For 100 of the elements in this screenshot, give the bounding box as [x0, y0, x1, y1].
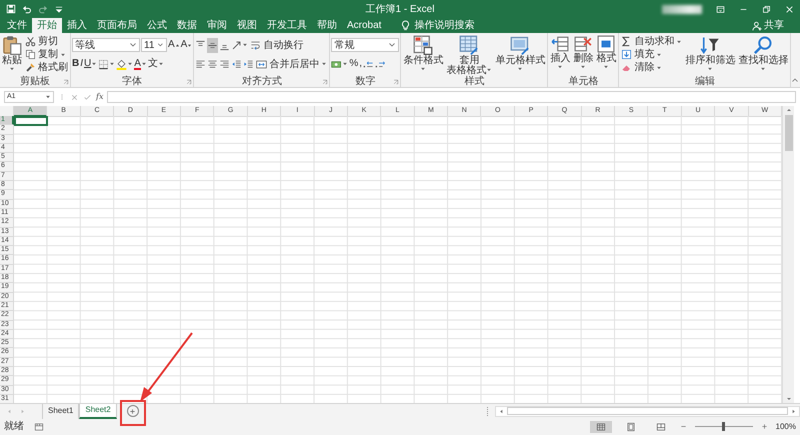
- group-label: 编辑: [694, 76, 715, 87]
- align-left-icon: [195, 58, 206, 70]
- format-button[interactable]: %: [349, 56, 358, 72]
- launcher-icon[interactable]: [393, 78, 400, 84]
- sheet-tab[interactable]: Sheet2: [79, 404, 117, 418]
- ribbon-button[interactable]: 排序和筛选: [684, 35, 736, 72]
- fill-down-icon: [621, 49, 632, 60]
- ribbon-button[interactable]: 粘贴: [1, 35, 23, 72]
- ribbon-button[interactable]: 填充: [620, 48, 684, 61]
- annotation-arrow: [140, 332, 193, 402]
- ribbon-button[interactable]: 清除: [620, 61, 684, 74]
- format-button[interactable]: U: [84, 56, 98, 72]
- ribbon-tab[interactable]: 帮助: [312, 18, 342, 33]
- ribbon-tab[interactable]: 视图: [232, 18, 262, 33]
- ribbon-button[interactable]: 剪切: [24, 35, 69, 48]
- zoom-out-icon[interactable]: [680, 423, 687, 430]
- restore-icon[interactable]: [762, 4, 771, 14]
- paint-bucket-icon: [116, 58, 128, 70]
- format-button[interactable]: ,: [359, 56, 362, 72]
- ribbon-button[interactable]: 查找和选择: [737, 35, 790, 72]
- scrollbar-thumb[interactable]: [507, 407, 788, 415]
- window-title: 工作簿1 - Excel: [366, 2, 434, 16]
- page-layout-icon: [626, 422, 636, 432]
- search-icon: [753, 35, 774, 55]
- collapse-ribbon-icon[interactable]: [791, 76, 800, 84]
- font-size-button[interactable]: A: [180, 38, 192, 52]
- ribbon-button[interactable]: 单元格样式: [494, 35, 546, 72]
- dropdown-field[interactable]: 常规: [331, 38, 400, 52]
- vertical-scrollbar[interactable]: [782, 106, 794, 403]
- zoom-level[interactable]: 100%: [776, 420, 796, 432]
- chevron-down-icon: [388, 41, 396, 49]
- group-label: 字体: [122, 76, 142, 87]
- font-color-button[interactable]: A: [134, 56, 147, 72]
- wrap-text-icon: [250, 40, 262, 50]
- merge-cells-icon: [256, 58, 268, 70]
- ribbon-button[interactable]: 格式: [595, 35, 618, 70]
- undo-icon[interactable]: [22, 4, 32, 14]
- ribbon-tab[interactable]: 公式: [142, 18, 172, 33]
- close-icon[interactable]: [785, 4, 794, 14]
- sigma-icon: [621, 36, 632, 47]
- ribbon-tab[interactable]: Acrobat: [342, 18, 386, 33]
- decimal-increase-icon: [363, 58, 374, 70]
- font-size-button[interactable]: A: [168, 38, 180, 52]
- slider-thumb[interactable]: [722, 422, 726, 431]
- record-macro-icon[interactable]: [34, 422, 44, 432]
- diagonal-arrow-icon: [231, 40, 242, 50]
- ribbon-tab[interactable]: 文件: [2, 18, 32, 33]
- group-label: 对齐方式: [242, 76, 282, 87]
- ribbon-button[interactable]: 套用 表格格式: [445, 35, 494, 76]
- ribbon-button[interactable]: 合并后居中: [255, 58, 328, 70]
- ribbon-tab[interactable]: 审阅: [202, 18, 232, 33]
- format-button[interactable]: I: [80, 56, 84, 72]
- ribbon-tab[interactable]: 数据: [172, 18, 202, 33]
- ribbon-display-icon[interactable]: [716, 4, 725, 14]
- check-icon[interactable]: [83, 92, 92, 102]
- ribbon-button[interactable]: 自动换行: [249, 38, 304, 52]
- brush-icon: [25, 62, 36, 73]
- ribbon-button[interactable]: 复制: [24, 48, 69, 61]
- share-button[interactable]: 共享: [746, 18, 790, 33]
- indent-decrease-icon: [231, 58, 242, 70]
- ribbon-button[interactable]: 格式刷: [24, 61, 69, 74]
- format-button[interactable]: B: [72, 56, 80, 72]
- chevron-down-icon: [157, 41, 164, 49]
- scrollbar-thumb[interactable]: [784, 115, 792, 151]
- indent-increase-icon: [243, 58, 254, 70]
- ribbon-button[interactable]: [207, 38, 218, 52]
- save-icon[interactable]: [6, 4, 16, 14]
- format-button[interactable]: 文: [148, 56, 164, 72]
- ribbon-button[interactable]: 插入: [549, 35, 572, 70]
- launcher-icon[interactable]: [322, 78, 328, 84]
- dropdown-field[interactable]: 等线: [72, 38, 140, 52]
- ribbon-tab[interactable]: 开发工具: [262, 18, 312, 33]
- ribbon-tab[interactable]: 页面布局: [92, 18, 142, 33]
- ribbon-button[interactable]: 自动求和: [620, 35, 684, 48]
- ribbon-button[interactable]: 删除: [572, 35, 594, 70]
- cell-style-icon: [510, 35, 530, 55]
- scroll-left-icon: [498, 408, 505, 414]
- table-grid-icon: [459, 35, 480, 55]
- selected-cell[interactable]: [14, 116, 48, 126]
- horizontal-scrollbar[interactable]: [495, 406, 800, 416]
- align-right-icon: [219, 58, 230, 70]
- page-break-icon: [656, 422, 666, 432]
- group-label: 样式: [464, 76, 484, 87]
- view-button[interactable]: [590, 420, 612, 432]
- status-text: 就绪: [4, 420, 24, 434]
- customize-icon[interactable]: [54, 4, 64, 14]
- ribbon-tab[interactable]: 插入: [62, 18, 92, 33]
- ribbon-button[interactable]: 条件格式: [402, 35, 444, 72]
- border-icon: [98, 58, 110, 70]
- zoom-in-icon[interactable]: [760, 423, 768, 430]
- caret-up-icon: [174, 42, 180, 48]
- dropdown-field[interactable]: 11: [141, 38, 167, 52]
- tell-me-search[interactable]: 操作说明搜索: [394, 18, 480, 33]
- insert-function-button[interactable]: fx: [96, 91, 104, 103]
- launcher-icon[interactable]: [63, 78, 69, 84]
- formula-input[interactable]: [107, 91, 796, 103]
- caret-down-icon: [187, 42, 192, 48]
- launcher-icon[interactable]: [186, 78, 192, 84]
- ribbon-tab[interactable]: 开始: [32, 18, 62, 33]
- add-sheet-button[interactable]: [126, 405, 139, 417]
